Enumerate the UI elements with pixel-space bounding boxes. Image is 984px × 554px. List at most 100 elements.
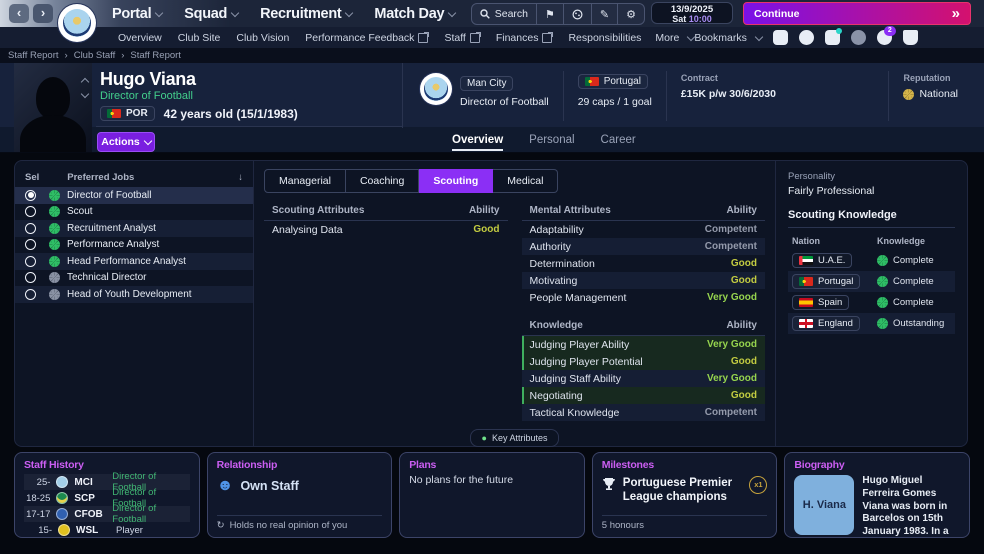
- double-arrow-icon: »: [952, 5, 960, 22]
- chevron-up-icon[interactable]: [81, 78, 89, 86]
- preferred-job-row[interactable]: Head of Youth Development: [15, 286, 253, 303]
- job-radio[interactable]: [25, 239, 36, 250]
- main-nav-item[interactable]: Squad: [184, 6, 238, 22]
- attribute-row[interactable]: Negotiating Good: [522, 387, 766, 404]
- section-nav-item[interactable]: Club Vision: [236, 32, 289, 44]
- main-nav-item[interactable]: Portal: [112, 6, 162, 22]
- relationship-status: ☻ Own Staff: [217, 478, 383, 494]
- more-menu[interactable]: More: [655, 32, 694, 44]
- header-tab[interactable]: Career: [601, 128, 636, 152]
- person-stepper[interactable]: [82, 79, 88, 97]
- bookmarks-menu[interactable]: Bookmarks: [694, 32, 762, 44]
- sort-icon[interactable]: ↓: [238, 172, 243, 183]
- key-attributes-legend: ● Key Attributes: [470, 429, 560, 447]
- knowledge-level: Complete: [893, 276, 934, 287]
- attribute-row[interactable]: Tactical Knowledge Competent: [522, 404, 766, 421]
- world-button[interactable]: [564, 4, 592, 24]
- preferred-job-row[interactable]: Recruitment Analyst: [15, 220, 253, 237]
- attribute-category-tab[interactable]: Scouting: [419, 169, 493, 193]
- attribute-row[interactable]: Judging Player Potential Good: [522, 353, 766, 370]
- chevron-down-icon: [155, 8, 163, 16]
- reputation-icon: [903, 89, 914, 100]
- attribute-row[interactable]: Judging Player Ability Very Good: [522, 336, 766, 353]
- settings-button[interactable]: ⚙: [618, 4, 644, 24]
- history-row[interactable]: 17-17 CFOB Director of Football: [24, 506, 190, 522]
- section-nav-item[interactable]: Finances: [496, 32, 553, 44]
- attribute-category-tab[interactable]: Coaching: [346, 169, 419, 193]
- trophy-icon[interactable]: [903, 30, 918, 45]
- game-date[interactable]: 13/9/2025 Sat 10:00: [651, 2, 733, 24]
- squad-kit-icon[interactable]: [825, 30, 840, 45]
- continue-button[interactable]: Continue »: [743, 2, 971, 25]
- attribute-row[interactable]: Judging Staff Ability Very Good: [522, 370, 766, 387]
- job-ability-icon: [49, 190, 60, 201]
- portugal-flag-icon: [107, 109, 121, 118]
- nation-name: England: [818, 318, 853, 329]
- header-tab[interactable]: Personal: [529, 128, 574, 152]
- forward-button[interactable]: ›: [33, 4, 53, 23]
- job-radio[interactable]: [25, 272, 36, 283]
- job-radio[interactable]: [25, 206, 36, 217]
- history-role: Player: [116, 525, 143, 536]
- scouting-knowledge-row[interactable]: England Outstanding: [788, 313, 955, 334]
- section-nav-item[interactable]: Club Site: [178, 32, 221, 44]
- staff-role[interactable]: Director of Football: [100, 90, 193, 102]
- attribute-name: Tactical Knowledge: [530, 407, 705, 419]
- club-name[interactable]: Man City: [460, 76, 513, 91]
- nation-flag-icon: [799, 256, 813, 265]
- scouting-knowledge-row[interactable]: Portugal Complete: [788, 271, 955, 292]
- job-radio[interactable]: [25, 223, 36, 234]
- section-nav: Overview Club Site Club Vision Performan…: [0, 27, 984, 48]
- preferred-job-row[interactable]: Head Performance Analyst: [15, 253, 253, 270]
- main-nav-item[interactable]: Recruitment: [260, 6, 352, 22]
- attribute-category-tab[interactable]: Medical: [493, 169, 558, 193]
- ability-column-header: Ability: [726, 205, 757, 216]
- preferred-job-row[interactable]: Director of Football: [15, 187, 253, 204]
- attribute-row[interactable]: Determination Good: [522, 255, 766, 272]
- breadcrumb-item[interactable]: Staff Report: [8, 50, 59, 61]
- kit-icon[interactable]: [799, 30, 814, 45]
- attribute-row[interactable]: People Management Very Good: [522, 289, 766, 306]
- attribute-row[interactable]: Analysing Data Good: [264, 221, 508, 238]
- breadcrumb-item[interactable]: Staff Report: [130, 50, 181, 61]
- section-nav-item[interactable]: Overview: [118, 32, 162, 44]
- breadcrumb-item[interactable]: Club Staff: [74, 50, 116, 61]
- search-button[interactable]: Search: [472, 4, 537, 24]
- job-radio[interactable]: [25, 256, 36, 267]
- job-radio[interactable]: [25, 289, 36, 300]
- job-radio[interactable]: [25, 190, 36, 201]
- scouting-knowledge-row[interactable]: Spain Complete: [788, 292, 955, 313]
- quick-actions-group: Search ⚑ ✎ ⚙: [471, 3, 645, 25]
- relationship-panel: Relationship ☻ Own Staff ↻ Holds no real…: [207, 452, 393, 538]
- nation-flag-icon: [799, 319, 813, 328]
- attribute-row[interactable]: Motivating Good: [522, 272, 766, 289]
- scouting-knowledge-row[interactable]: U.A.E. Complete: [788, 250, 955, 271]
- inbox-icon[interactable]: [773, 30, 788, 45]
- attribute-row[interactable]: Authority Competent: [522, 238, 766, 255]
- preferred-job-row[interactable]: Performance Analyst: [15, 237, 253, 254]
- edit-button[interactable]: ✎: [592, 4, 618, 24]
- section-nav-item[interactable]: Staff: [444, 32, 479, 44]
- preferred-job-row[interactable]: Technical Director: [15, 270, 253, 287]
- chevron-down-icon: [231, 8, 239, 16]
- staff-icon[interactable]: [851, 30, 866, 45]
- preferred-job-row[interactable]: Scout: [15, 204, 253, 221]
- world-icon: [572, 9, 583, 20]
- section-nav-item[interactable]: Performance Feedback: [305, 32, 428, 44]
- honours-count[interactable]: 5 honours: [602, 515, 768, 531]
- club-crest-logo: [58, 4, 96, 42]
- main-nav-item[interactable]: Match Day: [374, 6, 455, 22]
- nation-name: Portugal: [818, 276, 853, 287]
- staff-name: Hugo Viana: [100, 69, 196, 90]
- back-button[interactable]: ‹: [9, 4, 29, 23]
- actions-button[interactable]: Actions: [97, 132, 155, 152]
- club-badge-icon: [56, 476, 68, 488]
- attribute-row[interactable]: Adaptability Competent: [522, 221, 766, 238]
- nation-pill[interactable]: Portugal: [578, 74, 648, 89]
- chevron-down-icon[interactable]: [81, 90, 89, 98]
- social-icon[interactable]: 2: [877, 30, 892, 45]
- section-nav-item[interactable]: Responsibilities: [568, 32, 641, 44]
- notes-button[interactable]: ⚑: [537, 4, 564, 24]
- attribute-category-tab[interactable]: Managerial: [264, 169, 346, 193]
- header-tab[interactable]: Overview: [452, 128, 503, 152]
